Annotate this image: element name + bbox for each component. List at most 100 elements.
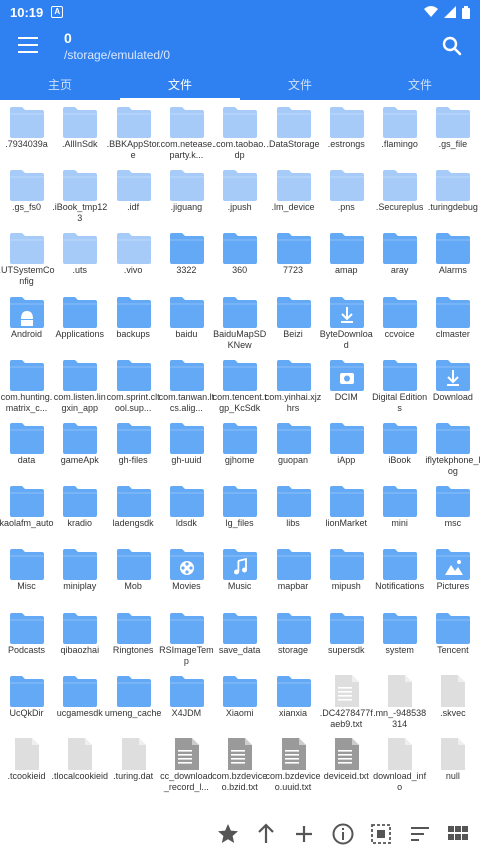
folder-item[interactable]: Pictures — [426, 543, 479, 603]
sort-icon[interactable] — [408, 822, 432, 846]
folder-item[interactable]: com.tanwan.ltcs.alig... — [159, 354, 214, 414]
folder-item[interactable]: mapbar — [267, 543, 320, 603]
arrow-up-icon[interactable] — [254, 822, 278, 846]
folder-item[interactable]: kradio — [53, 480, 106, 540]
file-item[interactable]: deviceid.txt — [320, 733, 373, 793]
folder-item[interactable]: backups — [107, 291, 160, 351]
grid-view-icon[interactable] — [446, 822, 470, 846]
folder-item[interactable]: .pns — [320, 164, 373, 224]
folder-item[interactable]: com.listen.lingxin_app — [53, 354, 106, 414]
file-item[interactable]: .skvec — [426, 670, 479, 730]
folder-item[interactable]: Podcasts — [0, 607, 53, 667]
folder-item[interactable]: Alarms — [426, 227, 479, 287]
folder-item[interactable]: Digital Editions — [372, 354, 427, 414]
folder-item[interactable]: ucgamesdk — [53, 670, 106, 730]
folder-item[interactable]: system — [373, 607, 426, 667]
file-item[interactable]: .tcookieid — [0, 733, 53, 793]
star-icon[interactable] — [216, 822, 240, 846]
folder-item[interactable]: Misc — [0, 543, 53, 603]
folder-item[interactable]: gameApk — [53, 417, 106, 477]
folder-item[interactable]: com.tencent.tgp_KcSdk — [213, 354, 267, 414]
tab-home[interactable]: 主页 — [0, 70, 120, 100]
folder-item[interactable]: .UTSystemConfig — [0, 227, 55, 287]
folder-item[interactable]: RSImageTemp — [159, 607, 214, 667]
folder-item[interactable]: ladengsdk — [107, 480, 160, 540]
folder-item[interactable]: Beizi — [267, 291, 320, 351]
folder-item[interactable]: .jiguang — [160, 164, 213, 224]
file-item[interactable]: cc_download_record_l... — [160, 733, 213, 793]
folder-item[interactable]: .flamingo — [373, 101, 426, 161]
folder-item[interactable]: qibaozhai — [53, 607, 106, 667]
folder-item[interactable]: Tencent — [426, 607, 479, 667]
folder-item[interactable]: com.sprint.cltool.sup... — [107, 354, 160, 414]
folder-item[interactable]: msc — [426, 480, 479, 540]
folder-item[interactable]: .AllInSdk — [53, 101, 106, 161]
plus-icon[interactable] — [292, 822, 316, 846]
file-item[interactable]: .mn_-948538314 — [373, 670, 426, 730]
folder-item[interactable]: kaolafm_auto — [0, 480, 54, 540]
file-item[interactable]: .tlocalcookieid — [52, 733, 108, 793]
folder-item[interactable]: .BBKAppStore — [107, 101, 160, 161]
folder-item[interactable]: umeng_cache — [105, 670, 161, 730]
folder-item[interactable]: .estrongs — [320, 101, 373, 161]
folder-item[interactable]: BaiduMapSDKNew — [213, 291, 266, 351]
folder-item[interactable]: baidu — [160, 291, 213, 351]
folder-item[interactable]: clmaster — [426, 291, 479, 351]
folder-item[interactable]: guopan — [267, 417, 320, 477]
folder-item[interactable]: DCIM — [320, 354, 373, 414]
folder-item[interactable]: Ringtones — [107, 607, 160, 667]
select-icon[interactable] — [369, 822, 393, 846]
folder-item[interactable]: UcQkDir — [0, 670, 53, 730]
folder-item[interactable]: Android — [0, 291, 53, 351]
folder-item[interactable]: .idf — [107, 164, 160, 224]
folder-item[interactable]: storage — [267, 607, 320, 667]
folder-item[interactable]: ldsdk — [160, 480, 213, 540]
folder-item[interactable]: X4JDM — [160, 670, 213, 730]
folder-item[interactable]: .lm_device — [267, 164, 320, 224]
folder-item[interactable]: .vivo — [107, 227, 160, 287]
file-item[interactable]: null — [426, 733, 479, 793]
folder-item[interactable]: 7723 — [267, 227, 320, 287]
folder-item[interactable]: .turingdebug — [426, 164, 479, 224]
folder-item[interactable]: iApp — [320, 417, 373, 477]
folder-item[interactable]: amap — [320, 227, 373, 287]
folder-item[interactable]: data — [0, 417, 53, 477]
folder-item[interactable]: ccvoice — [373, 291, 426, 351]
file-item[interactable]: download_info — [373, 733, 426, 793]
folder-item[interactable]: .DataStorage — [266, 101, 320, 161]
file-item[interactable]: .DC4278477faeb9.txt — [320, 670, 373, 730]
folder-item[interactable]: Music — [213, 543, 266, 603]
folder-item[interactable]: ByteDownload — [320, 291, 373, 351]
folder-item[interactable]: .jpush — [213, 164, 266, 224]
folder-item[interactable]: libs — [267, 480, 320, 540]
folder-item[interactable]: com.hunting.matrix_c... — [0, 354, 53, 414]
folder-item[interactable]: Movies — [160, 543, 213, 603]
folder-item[interactable]: xianxia — [267, 670, 320, 730]
folder-item[interactable]: Applications — [53, 291, 106, 351]
folder-item[interactable]: .com.netease.party.k... — [158, 101, 215, 161]
tab-files-2[interactable]: 文件 — [240, 70, 360, 100]
folder-item[interactable]: supersdk — [320, 607, 373, 667]
folder-item[interactable]: .iBook_tmp123 — [52, 164, 107, 224]
folder-item[interactable]: lionMarket — [320, 480, 373, 540]
folder-item[interactable]: lg_files — [213, 480, 266, 540]
folder-item[interactable]: miniplay — [53, 543, 106, 603]
folder-item[interactable]: iBook — [373, 417, 426, 477]
folder-item[interactable]: 360 — [213, 227, 266, 287]
file-item[interactable]: .turing.dat — [107, 733, 160, 793]
folder-item[interactable]: gh-uuid — [160, 417, 213, 477]
tab-files-1[interactable]: 文件 — [120, 70, 240, 100]
folder-item[interactable]: com.yinhai.xjzhrs — [265, 354, 321, 414]
folder-item[interactable]: .Secureplus — [373, 164, 426, 224]
folder-item[interactable]: iflytekphone_log — [425, 417, 480, 477]
folder-item[interactable]: gh-files — [107, 417, 160, 477]
folder-item[interactable]: .uts — [53, 227, 106, 287]
folder-item[interactable]: mipush — [320, 543, 373, 603]
folder-item[interactable]: gjhome — [213, 417, 266, 477]
file-item[interactable]: com.bzdeviceo.bzid.txt — [212, 733, 267, 793]
menu-icon[interactable] — [18, 37, 38, 55]
folder-item[interactable]: mini — [373, 480, 426, 540]
folder-item[interactable]: 3322 — [160, 227, 213, 287]
folder-item[interactable]: .gs_fs0 — [0, 164, 53, 224]
folder-item[interactable]: .com.taobao.dp — [213, 101, 266, 161]
